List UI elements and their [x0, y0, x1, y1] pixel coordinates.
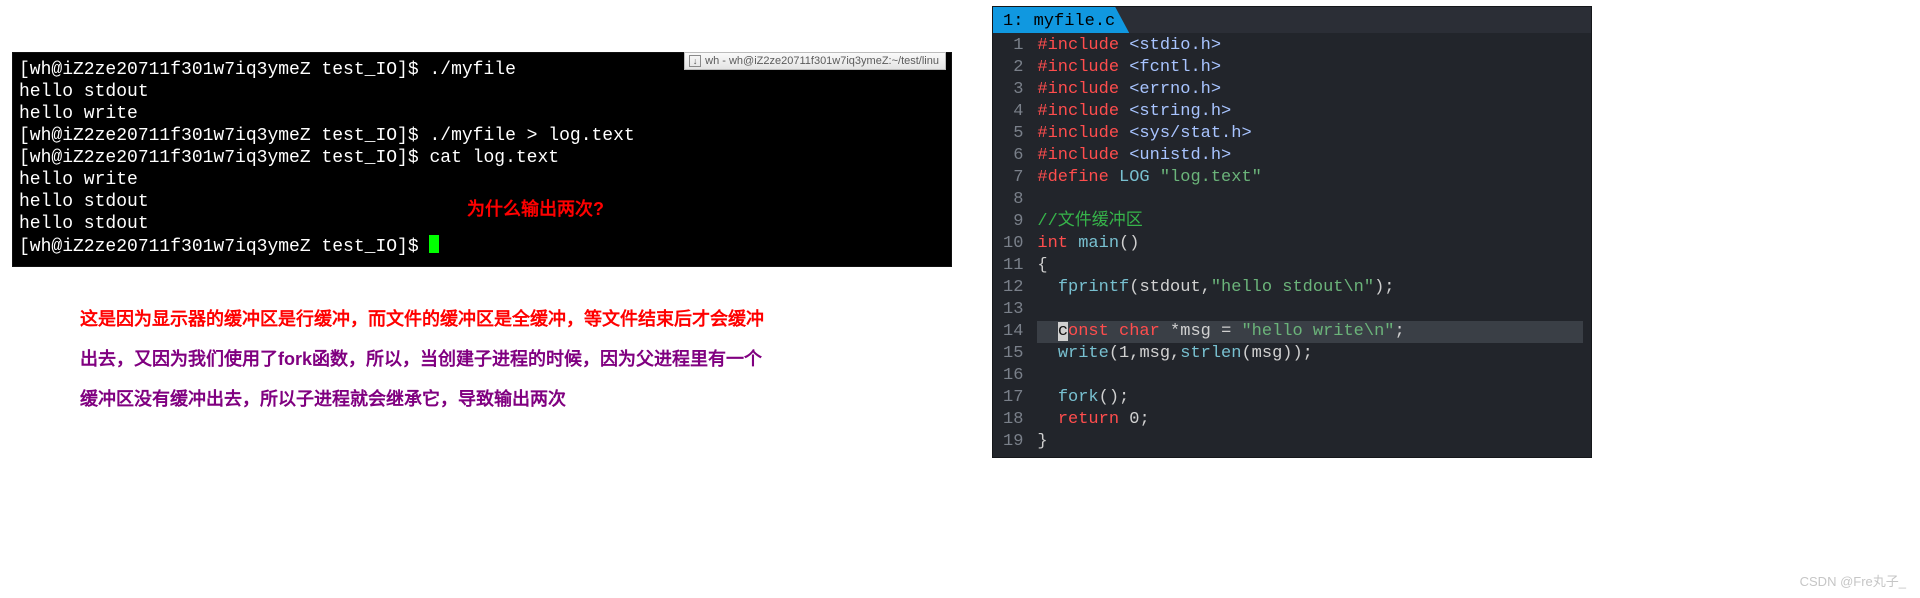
line-number: 11 — [1003, 255, 1023, 277]
tab-filename: myfile.c — [1034, 12, 1116, 31]
prompt: [wh@iZ2ze20711f301w7iq3ymeZ test_IO]$ — [19, 126, 429, 146]
terminal-cursor — [429, 235, 439, 253]
code-line: //文件缓冲区 — [1037, 211, 1583, 233]
line-number: 2 — [1003, 57, 1023, 79]
code-line — [1037, 365, 1583, 387]
code-area[interactable]: #include <stdio.h> #include <fcntl.h> #i… — [1031, 33, 1591, 455]
line-number: 18 — [1003, 409, 1023, 431]
code-line: #include <fcntl.h> — [1037, 57, 1583, 79]
terminal-output: hello stdout — [19, 81, 947, 103]
line-number: 5 — [1003, 123, 1023, 145]
line-number: 3 — [1003, 79, 1023, 101]
tab-index: 1 — [1003, 12, 1013, 31]
line-number: 7 — [1003, 167, 1023, 189]
code-line: #include <stdio.h> — [1037, 35, 1583, 57]
line-number: 10 — [1003, 233, 1023, 255]
terminal-title: wh - wh@iZ2ze20711f301w7iq3ymeZ:~/test/l… — [705, 55, 939, 67]
terminal-body[interactable]: [wh@iZ2ze20711f301w7iq3ymeZ test_IO]$ ./… — [12, 52, 952, 267]
explanation-line-2: 出去，又因为我们使用了fork函数，所以，当创建子进程的时候，因为父进程里有一个 — [80, 339, 840, 379]
code-editor: 1: myfile.c 1 2 3 4 5 6 7 8 9 10 11 12 1… — [992, 6, 1592, 458]
code-line: write(1,msg,strlen(msg)); — [1037, 343, 1583, 365]
explanation-text: 这是因为显示器的缓冲区是行缓冲，而文件的缓冲区是全缓冲，等文件结束后才会缓冲 出… — [80, 299, 840, 419]
code-line — [1037, 189, 1583, 211]
editor-tab-myfile[interactable]: 1: myfile.c — [993, 7, 1129, 33]
line-number: 12 — [1003, 277, 1023, 299]
line-number: 1 — [1003, 35, 1023, 57]
prompt: [wh@iZ2ze20711f301w7iq3ymeZ test_IO]$ — [19, 60, 429, 80]
code-line: fprintf(stdout,"hello stdout\n"); — [1037, 277, 1583, 299]
code-line: return 0; — [1037, 409, 1583, 431]
explanation-line-3: 缓冲区没有缓冲出去，所以子进程就会继承它，导致输出两次 — [80, 379, 840, 419]
code-line: } — [1037, 431, 1583, 453]
code-line: fork(); — [1037, 387, 1583, 409]
line-number: 8 — [1003, 189, 1023, 211]
line-number: 19 — [1003, 431, 1023, 453]
line-number: 4 — [1003, 101, 1023, 123]
line-number: 9 — [1003, 211, 1023, 233]
code-line: #include <unistd.h> — [1037, 145, 1583, 167]
terminal-output: hello stdout — [19, 213, 947, 235]
code-line-current: const char *msg = "hello write\n"; — [1037, 321, 1583, 343]
line-number-gutter: 1 2 3 4 5 6 7 8 9 10 11 12 13 14 15 16 1… — [993, 33, 1031, 455]
line-number: 15 — [1003, 343, 1023, 365]
code-line: int main() — [1037, 233, 1583, 255]
explanation-line-1: 这是因为显示器的缓冲区是行缓冲，而文件的缓冲区是全缓冲，等文件结束后才会缓冲 — [80, 299, 840, 339]
cmd-cat-log: cat log.text — [429, 148, 559, 168]
editor-tabbar: 1: myfile.c — [993, 7, 1591, 33]
csdn-watermark: CSDN @Fre丸子_ — [1800, 571, 1906, 590]
line-number: 6 — [1003, 145, 1023, 167]
terminal-output: hello write — [19, 103, 947, 125]
cmd-run-myfile: ./myfile — [429, 60, 515, 80]
prompt: [wh@iZ2ze20711f301w7iq3ymeZ test_IO]$ — [19, 237, 429, 257]
code-line: { — [1037, 255, 1583, 277]
terminal-output: hello write — [19, 169, 947, 191]
code-line: #include <errno.h> — [1037, 79, 1583, 101]
code-line — [1037, 299, 1583, 321]
titlebar-restore-icon: ↓ — [689, 55, 701, 67]
code-line: #include <sys/stat.h> — [1037, 123, 1583, 145]
terminal-window: ↓ wh - wh@iZ2ze20711f301w7iq3ymeZ:~/test… — [12, 52, 960, 267]
line-number: 17 — [1003, 387, 1023, 409]
line-number: 13 — [1003, 299, 1023, 321]
prompt: [wh@iZ2ze20711f301w7iq3ymeZ test_IO]$ — [19, 148, 429, 168]
code-line: #define LOG "log.text" — [1037, 167, 1583, 189]
code-line: #include <string.h> — [1037, 101, 1583, 123]
terminal-titlebar: ↓ wh - wh@iZ2ze20711f301w7iq3ymeZ:~/test… — [684, 52, 946, 70]
terminal-output: hello stdout — [19, 191, 947, 213]
cmd-run-redirect: ./myfile > log.text — [429, 126, 634, 146]
line-number: 16 — [1003, 365, 1023, 387]
line-number: 14 — [1003, 321, 1023, 343]
